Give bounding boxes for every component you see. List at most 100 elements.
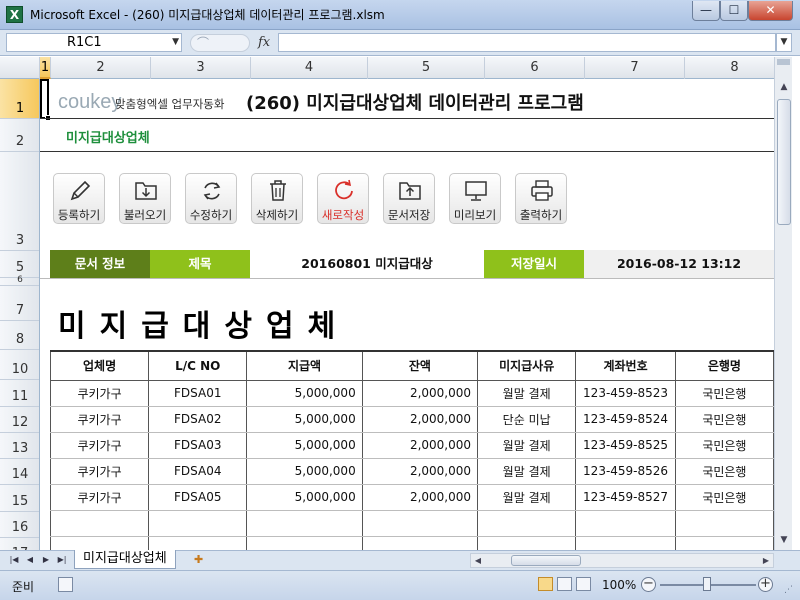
zoom-level[interactable]: 100%: [602, 578, 636, 592]
active-cell-selection[interactable]: [40, 79, 51, 121]
cell-lc-no[interactable]: FDSA02: [148, 406, 248, 433]
column-heading[interactable]: 업체명: [49, 350, 150, 381]
cell-account[interactable]: [575, 536, 676, 550]
row-header[interactable]: 11: [0, 380, 39, 407]
cell-payment[interactable]: [246, 510, 363, 537]
column-heading[interactable]: 계좌번호: [575, 350, 676, 381]
column-header[interactable]: 8: [685, 57, 785, 79]
cell-payment[interactable]: 5,000,000: [246, 458, 363, 485]
cell-payment[interactable]: 5,000,000: [246, 380, 363, 407]
cell-payment[interactable]: 5,000,000: [246, 432, 363, 459]
row-header[interactable]: 7: [0, 286, 39, 321]
zoom-out-icon[interactable]: −: [641, 577, 656, 592]
cell-lc-no[interactable]: FDSA03: [148, 432, 248, 459]
cell-reason[interactable]: [477, 536, 577, 550]
cell-reason[interactable]: 월말 결제: [477, 380, 577, 407]
scroll-down-icon[interactable]: ▼: [776, 532, 792, 548]
column-header[interactable]: 6: [485, 57, 585, 79]
column-heading[interactable]: 은행명: [674, 350, 774, 381]
expand-formula-icon[interactable]: ▼: [776, 33, 792, 52]
zoom-in-icon[interactable]: +: [758, 577, 773, 592]
cell-bank[interactable]: 국민은행: [674, 432, 774, 459]
column-header[interactable]: 2: [51, 57, 151, 79]
row-header[interactable]: 8: [0, 321, 39, 350]
select-all-corner[interactable]: [0, 57, 40, 79]
formula-cancel-icon[interactable]: ⌒: [190, 34, 250, 52]
sheet-tab-active[interactable]: 미지급대상업체: [74, 550, 176, 569]
cell-lc-no[interactable]: FDSA05: [148, 484, 248, 511]
cell-account[interactable]: 123-459-8525: [575, 432, 676, 459]
cell-balance[interactable]: [361, 536, 479, 550]
vertical-scroll-thumb[interactable]: [777, 99, 791, 225]
cell-vendor[interactable]: 쿠키가구: [49, 432, 150, 459]
cell-lc-no[interactable]: [148, 510, 248, 537]
first-sheet-icon[interactable]: |◀: [8, 553, 20, 567]
row-header[interactable]: 1: [0, 79, 39, 119]
cell-payment[interactable]: 5,000,000: [246, 484, 363, 511]
row-header[interactable]: 2: [0, 119, 39, 152]
next-sheet-icon[interactable]: ▶: [40, 553, 52, 567]
column-heading[interactable]: 미지급사유: [477, 350, 577, 381]
cell-payment[interactable]: 5,000,000: [246, 406, 363, 433]
column-header[interactable]: 1: [40, 57, 51, 79]
maximize-button[interactable]: ☐: [720, 1, 748, 21]
cell-reason[interactable]: [477, 510, 577, 537]
cell-account[interactable]: [575, 510, 676, 537]
cell-reason[interactable]: 단순 미납: [477, 406, 577, 433]
formula-input[interactable]: [278, 33, 776, 52]
cell-reason[interactable]: 월말 결제: [477, 458, 577, 485]
chevron-down-icon[interactable]: ▼: [172, 34, 179, 51]
cell-bank[interactable]: [674, 536, 774, 550]
horizontal-scrollbar[interactable]: ◀ ▶: [470, 553, 774, 568]
normal-view-icon[interactable]: [538, 577, 553, 591]
cell-balance[interactable]: 2,000,000: [361, 406, 479, 433]
row-header[interactable]: 14: [0, 459, 39, 485]
name-box[interactable]: R1C1 ▼: [6, 33, 182, 52]
column-header[interactable]: 3: [151, 57, 251, 79]
cell-reason[interactable]: 월말 결제: [477, 484, 577, 511]
row-header[interactable]: 16: [0, 512, 39, 538]
cell-account[interactable]: 123-459-8527: [575, 484, 676, 511]
cell-vendor[interactable]: 쿠키가구: [49, 406, 150, 433]
insert-function-icon[interactable]: fx: [258, 35, 270, 50]
horizontal-scroll-thumb[interactable]: [511, 555, 581, 566]
split-handle[interactable]: [777, 59, 790, 65]
cell-vendor[interactable]: 쿠키가구: [49, 380, 150, 407]
saved-at-value[interactable]: 2016-08-12 13:12: [584, 250, 774, 278]
cell-vendor[interactable]: 쿠키가구: [49, 458, 150, 485]
cell-balance[interactable]: 2,000,000: [361, 432, 479, 459]
scroll-right-icon[interactable]: ▶: [759, 554, 773, 567]
vertical-scrollbar[interactable]: ▲ ▼: [774, 57, 792, 550]
cell-bank[interactable]: [674, 510, 774, 537]
row-header[interactable]: 15: [0, 485, 39, 512]
worksheet-grid[interactable]: coukey 맞춤형엑셀 업무자동화 (260) 미지급대상업체 데이터관리 프…: [40, 79, 774, 550]
resize-grip-icon[interactable]: ⋰: [784, 585, 796, 597]
doc-title-value[interactable]: 20160801 미지급대상: [250, 250, 484, 278]
row-header[interactable]: 10: [0, 350, 39, 380]
prev-sheet-icon[interactable]: ◀: [24, 553, 36, 567]
cell-balance[interactable]: 2,000,000: [361, 380, 479, 407]
cell-bank[interactable]: 국민은행: [674, 484, 774, 511]
cell-bank[interactable]: 국민은행: [674, 380, 774, 407]
cell-account[interactable]: 123-459-8523: [575, 380, 676, 407]
minimize-button[interactable]: —: [692, 1, 720, 21]
cell-reason[interactable]: 월말 결제: [477, 432, 577, 459]
cell-payment[interactable]: [246, 536, 363, 550]
cell-account[interactable]: 123-459-8524: [575, 406, 676, 433]
column-heading[interactable]: 지급액: [246, 350, 363, 381]
cell-account[interactable]: 123-459-8526: [575, 458, 676, 485]
scroll-up-icon[interactable]: ▲: [776, 79, 792, 95]
column-header[interactable]: 4: [251, 57, 368, 79]
cell-lc-no[interactable]: FDSA04: [148, 458, 248, 485]
row-header[interactable]: 3: [0, 152, 39, 251]
page-break-view-icon[interactable]: [576, 577, 591, 591]
column-heading[interactable]: L/C NO: [148, 350, 248, 381]
cell-vendor[interactable]: [49, 510, 150, 537]
page-layout-view-icon[interactable]: [557, 577, 572, 591]
cell-balance[interactable]: 2,000,000: [361, 484, 479, 511]
column-header[interactable]: 5: [368, 57, 485, 79]
cell-bank[interactable]: 국민은행: [674, 406, 774, 433]
scroll-left-icon[interactable]: ◀: [471, 554, 485, 567]
zoom-slider-thumb[interactable]: [703, 577, 711, 591]
column-heading[interactable]: 잔액: [361, 350, 479, 381]
